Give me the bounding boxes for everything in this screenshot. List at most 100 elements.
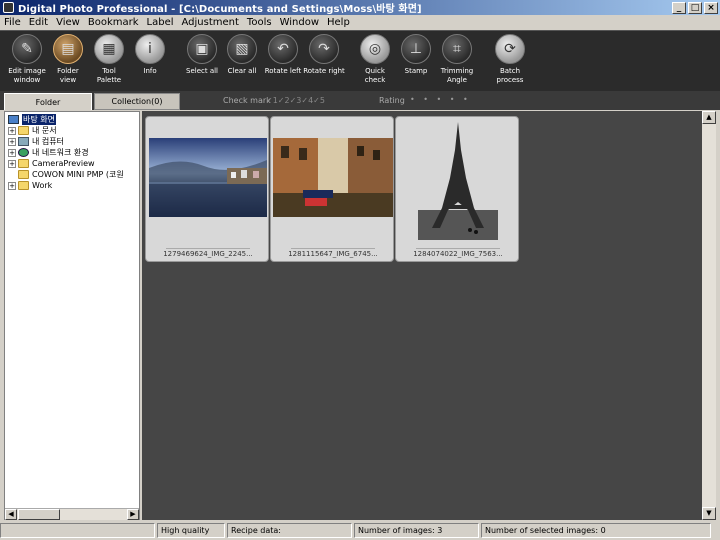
status-bar: High quality Recipe data: Number of imag… xyxy=(0,523,720,540)
scroll-up-icon[interactable]: ▲ xyxy=(702,111,716,124)
rotate-right-button[interactable]: ↷ Rotate right xyxy=(302,34,346,76)
tree-item-cowon[interactable]: COWON MINI PMP (코원 xyxy=(8,169,124,180)
folder-icon xyxy=(18,181,29,190)
folder-view-icon: ▤ xyxy=(53,34,83,64)
tree-item-my-documents[interactable]: + 내 문서 xyxy=(8,125,57,136)
menu-adjustment[interactable]: Adjustment xyxy=(182,17,239,28)
thumbnail-card[interactable]: 1284074022_IMG_7563... xyxy=(395,116,519,262)
tree-horizontal-scrollbar[interactable]: ◀ ▶ xyxy=(5,508,139,520)
rotate-right-icon: ↷ xyxy=(309,34,339,64)
edit-image-icon: ✎ xyxy=(12,34,42,64)
folder-tree: 바탕 화면 + 내 문서 + 내 컴퓨터 + 내 네트워크 환경 + Camer… xyxy=(4,111,140,520)
tree-item-desktop[interactable]: 바탕 화면 xyxy=(8,114,56,125)
tree-label-cowon: COWON MINI PMP (코원 xyxy=(32,170,124,179)
clear-all-button[interactable]: ▧ Clear all xyxy=(220,34,264,76)
toolbar: ✎ Edit image window ▤ Folder view ▦ Tool… xyxy=(0,30,720,91)
tree-label-my-network: 내 네트워크 환경 xyxy=(32,148,89,157)
tool-palette-button[interactable]: ▦ Tool Palette xyxy=(87,34,131,85)
window-title: Digital Photo Professional - [C:\Documen… xyxy=(18,4,422,15)
select-all-button[interactable]: ▣ Select all xyxy=(180,34,224,76)
folder-view-button[interactable]: ▤ Folder view xyxy=(46,34,90,85)
trimming-angle-button[interactable]: ⌗ Trimming Angle xyxy=(435,34,479,85)
edit-image-window-button[interactable]: ✎ Edit image window xyxy=(5,34,49,85)
network-icon xyxy=(18,148,29,157)
check-mark-label: Check mark xyxy=(223,96,271,105)
info-label: Info xyxy=(143,67,157,75)
select-all-icon: ▣ xyxy=(187,34,217,64)
quick-check-label: Quick check xyxy=(364,67,386,84)
batch-process-button[interactable]: ⟳ Batch process xyxy=(488,34,532,85)
menu-view[interactable]: View xyxy=(56,17,80,28)
minimize-button[interactable]: _ xyxy=(672,1,686,14)
status-quality: High quality xyxy=(157,523,225,538)
thumbnail-vertical-scrollbar[interactable]: ▲ ▼ xyxy=(702,111,716,520)
stamp-label: Stamp xyxy=(404,67,428,75)
title-bar: Digital Photo Professional - [C:\Documen… xyxy=(0,0,720,15)
menu-edit[interactable]: Edit xyxy=(29,17,48,28)
maximize-button[interactable]: □ xyxy=(688,1,702,14)
tool-palette-icon: ▦ xyxy=(94,34,124,64)
menu-help[interactable]: Help xyxy=(327,17,350,28)
info-button[interactable]: i Info xyxy=(128,34,172,76)
thumbnail-caption: 1284074022_IMG_7563... xyxy=(413,250,503,258)
expand-icon[interactable]: + xyxy=(8,137,16,146)
tree-label-my-computer: 내 컴퓨터 xyxy=(32,137,64,146)
tree-item-my-network[interactable]: + 내 네트워크 환경 xyxy=(8,147,89,158)
expand-icon[interactable]: + xyxy=(8,148,16,157)
expand-icon[interactable]: + xyxy=(8,181,16,190)
tree-item-my-computer[interactable]: + 내 컴퓨터 xyxy=(8,136,64,147)
thumbnail-caption: 1279469624_IMG_2245... xyxy=(163,250,253,258)
check-mark-filters[interactable]: ✓1✓2✓3✓4✓5 xyxy=(266,96,325,105)
scroll-left-icon[interactable]: ◀ xyxy=(5,509,17,520)
tree-label-desktop: 바탕 화면 xyxy=(22,114,56,125)
quick-check-button[interactable]: ◎ Quick check xyxy=(353,34,397,85)
rating-filter[interactable]: • • • • • xyxy=(410,95,471,104)
quick-check-icon: ◎ xyxy=(360,34,390,64)
rotate-left-button[interactable]: ↶ Rotate left xyxy=(261,34,305,76)
rotate-right-label: Rotate right xyxy=(303,67,345,75)
tree-label-my-documents: 내 문서 xyxy=(32,126,57,135)
expand-icon[interactable]: + xyxy=(8,126,16,135)
thumbnail-area: 1279469624_IMG_2245... 1281115647_IMG_67… xyxy=(142,111,702,520)
edit-image-window-label: Edit image window xyxy=(8,67,46,84)
tab-folder[interactable]: Folder xyxy=(4,93,92,110)
menu-bookmark[interactable]: Bookmark xyxy=(88,17,139,28)
stamp-icon: ⊥ xyxy=(401,34,431,64)
thumbnail-image xyxy=(418,120,498,240)
batch-process-icon: ⟳ xyxy=(495,34,525,64)
menu-bar: File Edit View Bookmark Label Adjustment… xyxy=(0,15,720,29)
app-icon xyxy=(3,2,14,13)
tree-item-camera-preview[interactable]: + CameraPreview xyxy=(8,158,95,169)
close-button[interactable]: × xyxy=(704,1,718,14)
scroll-thumb[interactable] xyxy=(18,509,60,520)
tab-bar: Folder Collection(0) Check mark ✓1✓2✓3✓4… xyxy=(0,91,720,110)
select-all-label: Select all xyxy=(186,67,218,75)
scroll-down-icon[interactable]: ▼ xyxy=(702,507,716,520)
tree-label-work: Work xyxy=(32,181,53,190)
thumbnail-caption: 1281115647_IMG_6745... xyxy=(288,250,378,258)
tree-label-camera-preview: CameraPreview xyxy=(32,159,95,168)
expand-icon[interactable]: + xyxy=(8,159,16,168)
menu-file[interactable]: File xyxy=(4,17,21,28)
stamp-button[interactable]: ⊥ Stamp xyxy=(394,34,438,76)
folder-icon xyxy=(18,170,29,179)
status-recipe: Recipe data: xyxy=(227,523,352,538)
menu-window[interactable]: Window xyxy=(280,17,319,28)
folder-view-label: Folder view xyxy=(57,67,79,84)
status-num-selected: Number of selected images: 0 xyxy=(481,523,711,538)
clear-all-label: Clear all xyxy=(227,67,257,75)
tab-collection[interactable]: Collection(0) xyxy=(94,93,180,110)
trimming-angle-icon: ⌗ xyxy=(442,34,472,64)
menu-tools[interactable]: Tools xyxy=(247,17,272,28)
thumbnail-card[interactable]: 1281115647_IMG_6745... xyxy=(270,116,394,262)
rotate-left-icon: ↶ xyxy=(268,34,298,64)
rating-label: Rating xyxy=(379,96,405,105)
scroll-right-icon[interactable]: ▶ xyxy=(127,509,139,520)
info-icon: i xyxy=(135,34,165,64)
thumbnail-card[interactable]: 1279469624_IMG_2245... xyxy=(145,116,269,262)
thumbnail-image xyxy=(149,138,267,217)
tool-palette-label: Tool Palette xyxy=(96,67,122,84)
tree-item-work[interactable]: + Work xyxy=(8,180,52,191)
desktop-icon xyxy=(8,115,19,124)
menu-label[interactable]: Label xyxy=(147,17,174,28)
